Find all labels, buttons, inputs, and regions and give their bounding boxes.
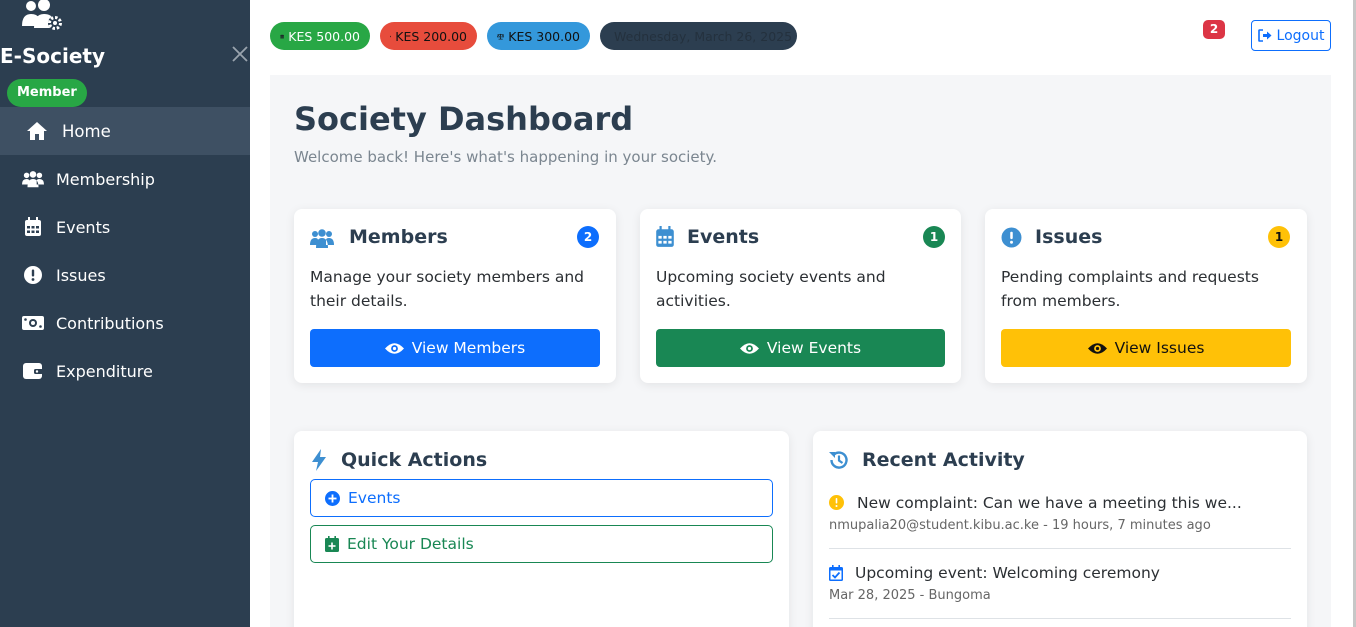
notification-badge[interactable]: 2 xyxy=(1203,20,1225,39)
balance-amount: KES 300.00 xyxy=(508,28,580,44)
view-events-button[interactable]: View Events xyxy=(656,329,945,367)
button-label: View Events xyxy=(766,339,862,357)
receipt-icon xyxy=(390,35,392,37)
members-card: Members 2 Manage your society members an… xyxy=(294,209,616,383)
events-count-badge: 1 xyxy=(923,226,945,248)
calendar-icon xyxy=(22,217,44,237)
sidebar-item-issues[interactable]: Issues xyxy=(0,251,250,299)
divider xyxy=(829,618,1291,619)
button-label: View Members xyxy=(411,339,526,357)
view-issues-button[interactable]: View Issues xyxy=(1001,329,1291,367)
sidebar-item-label: Home xyxy=(62,121,111,141)
logout-button[interactable]: Logout xyxy=(1251,20,1331,51)
card-title: Issues xyxy=(1035,226,1103,248)
sidebar: E-Society Member Home Membership Events xyxy=(0,0,250,627)
current-date: Wednesday, March 26, 2025 xyxy=(614,28,793,44)
issues-card: Issues 1 Pending complaints and requests… xyxy=(985,209,1307,383)
coins-icon xyxy=(280,34,284,38)
date-badge: Wednesday, March 26, 2025 xyxy=(600,22,797,50)
button-label: Events xyxy=(348,489,401,507)
sidebar-item-label: Issues xyxy=(56,265,106,285)
section-title: Quick Actions xyxy=(341,449,488,471)
sidebar-item-events[interactable]: Events xyxy=(0,203,250,251)
quick-action-events-button[interactable]: Events xyxy=(310,479,773,517)
card-title: Events xyxy=(687,226,760,248)
sidebar-item-expenditure[interactable]: Expenditure xyxy=(0,347,250,395)
balance-scale-icon xyxy=(497,33,505,39)
page-title: Society Dashboard xyxy=(294,100,634,138)
expenditure-badge: KES 200.00 xyxy=(380,22,477,50)
exclamation-circle-icon xyxy=(829,495,844,510)
events-card: Events 1 Upcoming society events and act… xyxy=(640,209,961,383)
section-title: Recent Activity xyxy=(862,449,1025,471)
users-icon xyxy=(310,229,334,248)
divider xyxy=(829,548,1291,549)
members-count-badge: 2 xyxy=(577,226,599,248)
sidebar-nav: Home Membership Events Issues Contributi… xyxy=(0,107,250,395)
card-description: Upcoming society events and activities. xyxy=(656,268,886,310)
view-members-button[interactable]: View Members xyxy=(310,329,600,367)
logout-label: Logout xyxy=(1276,27,1325,44)
sidebar-item-label: Events xyxy=(56,217,111,237)
activity-meta: Mar 28, 2025 - Bungoma xyxy=(829,588,991,603)
brand-name: E-Society xyxy=(0,44,105,68)
eye-icon xyxy=(739,342,759,354)
exclamation-circle-icon xyxy=(22,265,44,285)
plus-circle-icon xyxy=(325,490,340,506)
users-icon xyxy=(22,169,44,189)
activity-title[interactable]: Upcoming event: Welcoming ceremony xyxy=(855,564,1160,582)
sidebar-item-contributions[interactable]: Contributions xyxy=(0,299,250,347)
sign-out-icon xyxy=(1257,29,1272,42)
issues-count-badge: 1 xyxy=(1268,226,1290,248)
button-label: View Issues xyxy=(1114,339,1205,357)
sidebar-item-label: Membership xyxy=(56,169,155,189)
calendar-check-icon xyxy=(829,565,843,581)
eye-icon xyxy=(1087,342,1107,354)
edit-details-button[interactable]: Edit Your Details xyxy=(310,525,773,563)
page-subtitle: Welcome back! Here's what's happening in… xyxy=(294,148,718,166)
sidebar-item-label: Contributions xyxy=(56,313,164,333)
button-label: Edit Your Details xyxy=(347,535,474,553)
card-description: Manage your society members and their de… xyxy=(310,268,585,310)
contributions-amount: KES 500.00 xyxy=(288,28,360,44)
activity-meta: nmupalia20@student.kibu.ac.ke - 19 hours… xyxy=(829,518,1211,533)
bolt-icon xyxy=(312,449,326,471)
wallet-icon xyxy=(22,361,44,381)
calendar-icon xyxy=(656,226,674,247)
sidebar-item-membership[interactable]: Membership xyxy=(0,155,250,203)
money-icon xyxy=(22,313,44,333)
close-icon[interactable] xyxy=(230,44,250,64)
expenditure-amount: KES 200.00 xyxy=(395,28,467,44)
contributions-badge: KES 500.00 xyxy=(270,22,370,50)
balance-badge: KES 300.00 xyxy=(487,22,590,50)
card-description: Pending complaints and requests from mem… xyxy=(1001,268,1259,310)
users-cog-icon xyxy=(22,0,62,30)
history-icon xyxy=(829,451,848,469)
activity-title[interactable]: New complaint: Can we have a meeting thi… xyxy=(857,494,1242,512)
exclamation-circle-icon xyxy=(1001,227,1022,248)
calendar-plus-icon xyxy=(325,536,339,552)
eye-icon xyxy=(384,342,404,354)
role-badge: Member xyxy=(7,79,87,107)
sidebar-item-home[interactable]: Home xyxy=(0,107,250,155)
sidebar-item-label: Expenditure xyxy=(56,361,153,381)
card-title: Members xyxy=(349,226,448,248)
home-icon xyxy=(26,121,48,141)
